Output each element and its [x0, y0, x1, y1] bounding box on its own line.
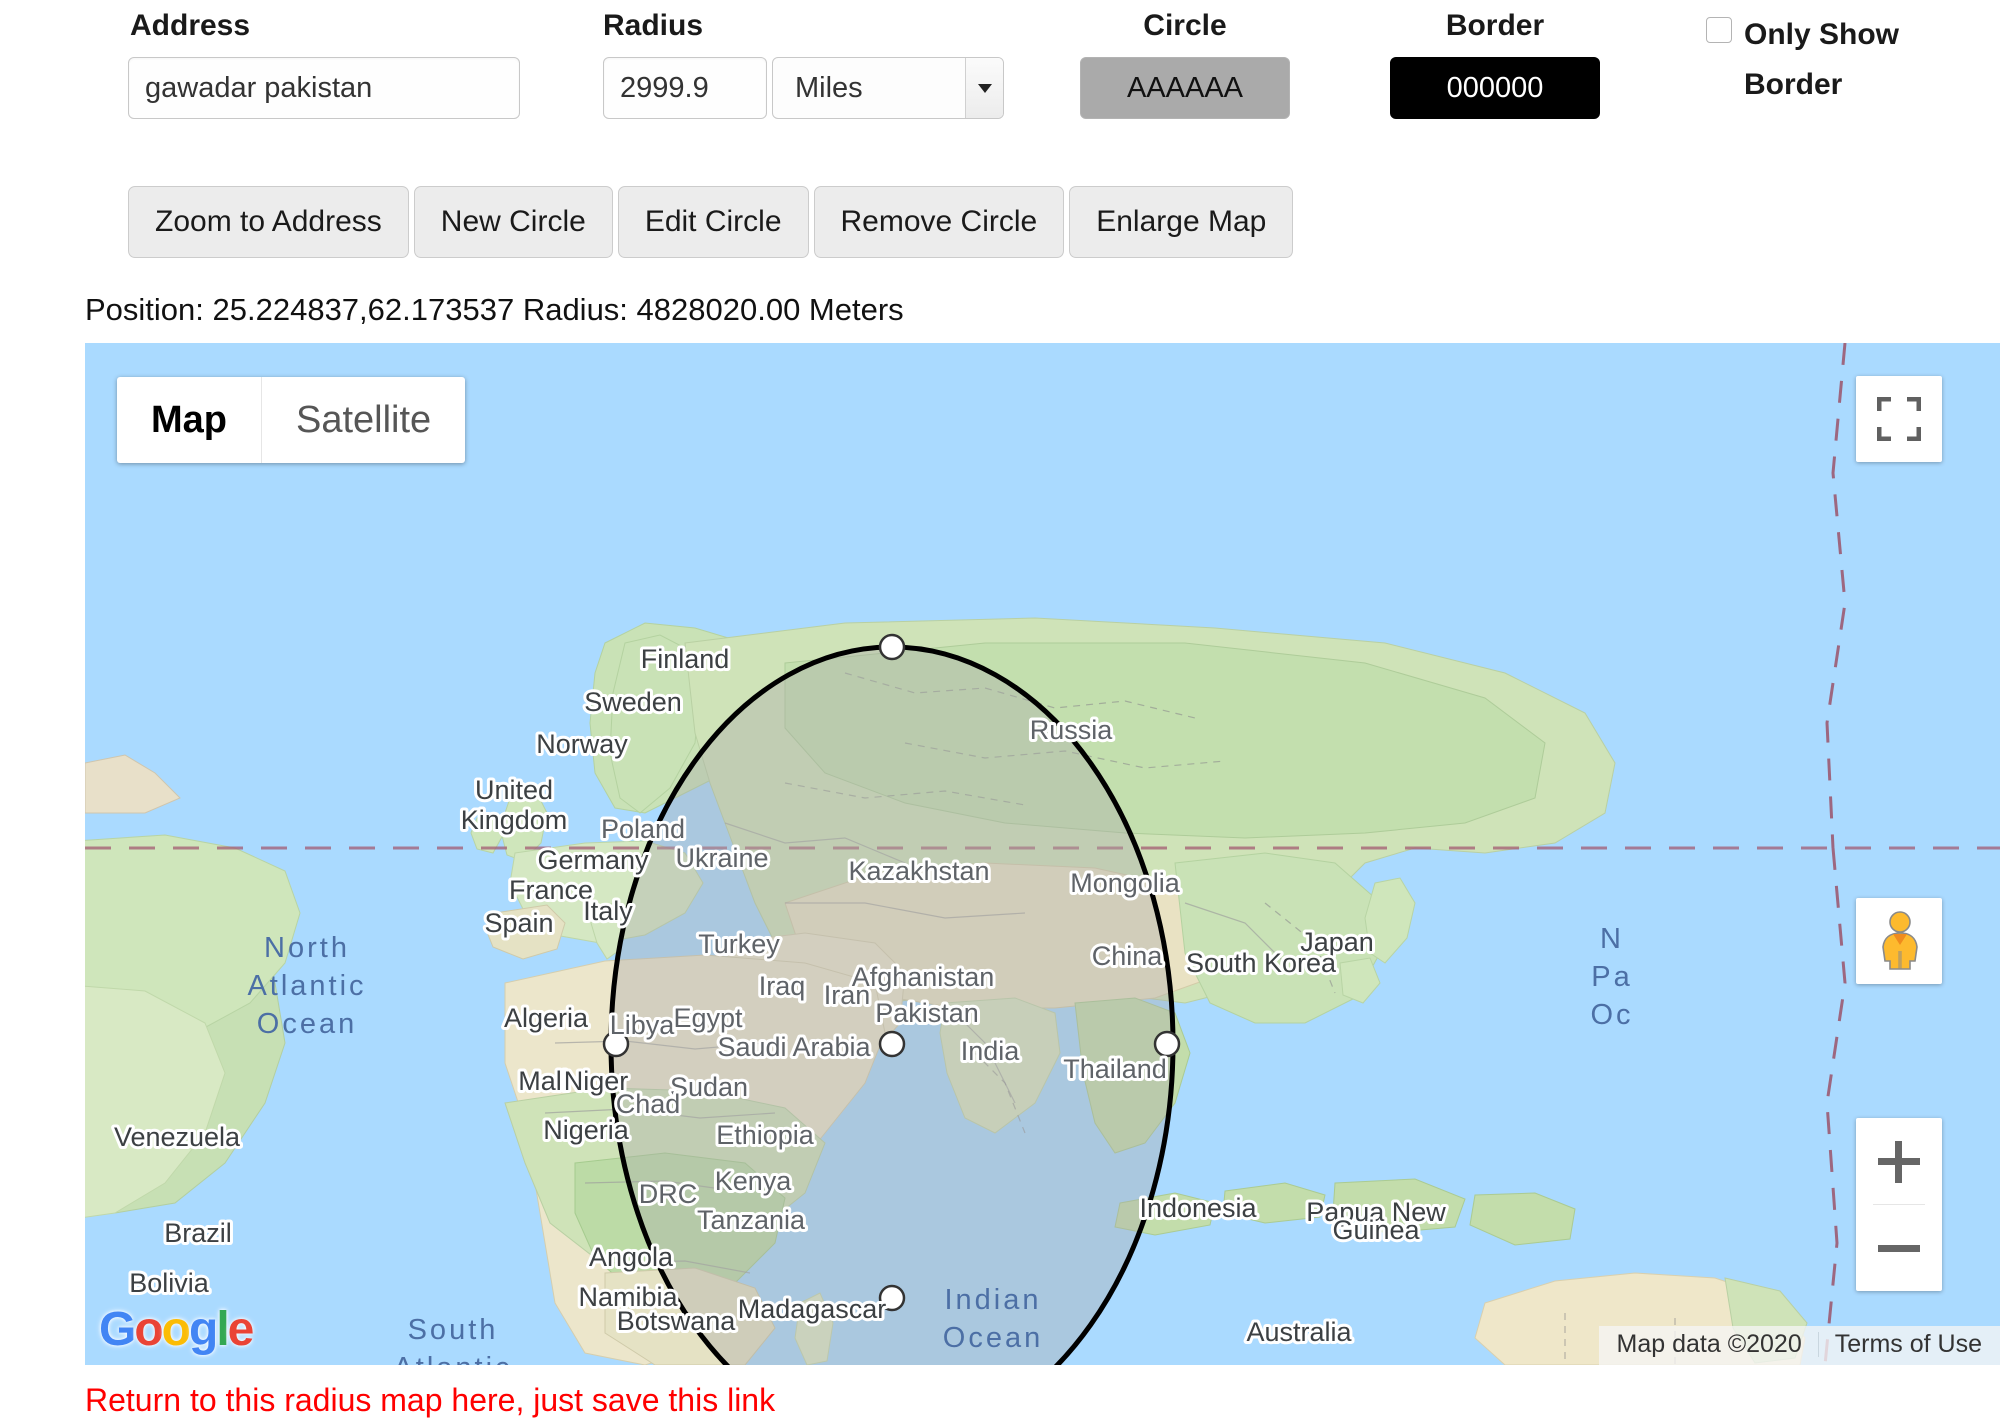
zoom-controls[interactable] [1856, 1118, 1942, 1291]
radius-input[interactable] [603, 57, 767, 119]
action-button-row: Zoom to Address New Circle Edit Circle R… [128, 186, 1298, 258]
circle-label: Circle [1143, 9, 1227, 42]
address-input[interactable] [128, 57, 520, 119]
border-color-group: Border [1390, 8, 1600, 119]
google-logo-g1: G [99, 1303, 136, 1356]
map-attribution: Map data ©2020 Terms of Use [1598, 1326, 2000, 1365]
circle-color-group: Circle [1080, 8, 1290, 119]
only-show-border-label: Only Show Border [1744, 18, 1900, 101]
radius-unit-select[interactable]: Miles [772, 57, 1004, 119]
circle-handle-north[interactable] [878, 633, 906, 661]
map-type-satellite-button[interactable]: Satellite [261, 377, 465, 463]
map-data-copyright: Map data ©2020 [1616, 1330, 1802, 1358]
circle-handle-east[interactable] [1153, 1030, 1181, 1058]
address-field-group: Address [128, 8, 520, 119]
google-logo-l: l [216, 1303, 229, 1356]
position-status-text: Position: 25.224837,62.173537 Radius: 48… [85, 292, 904, 327]
google-logo-o2: o [161, 1303, 191, 1356]
remove-circle-button[interactable]: Remove Circle [813, 186, 1065, 258]
fullscreen-icon [1877, 397, 1921, 441]
border-label: Border [1445, 9, 1545, 42]
map-type-map-button[interactable]: Map [117, 377, 261, 463]
address-label: Address [130, 9, 251, 42]
radius-circle-overlay[interactable] [85, 343, 2000, 1365]
attribution-divider [1817, 1332, 1819, 1357]
google-logo-o1: o [134, 1303, 163, 1356]
control-panel: Address Radius Miles Circle Border Only … [0, 0, 2000, 327]
radius-row: Miles [603, 57, 1004, 119]
radius-label: Radius [603, 9, 704, 42]
edit-circle-button[interactable]: Edit Circle [617, 186, 809, 258]
chevron-down-icon[interactable] [965, 58, 1003, 118]
pegman-streetview-icon [1882, 911, 1918, 970]
map-type-toggle[interactable]: Map Satellite [117, 377, 466, 463]
circle-handle-center[interactable] [878, 1030, 906, 1058]
google-logo-e: e [227, 1303, 255, 1356]
save-link-note[interactable]: Return to this radius map here, just sav… [85, 1382, 775, 1419]
google-logo-g2: g [189, 1303, 218, 1356]
minus-icon [1878, 1245, 1920, 1252]
zoom-in-button[interactable] [1856, 1118, 1942, 1204]
circle-handle-south[interactable] [878, 1284, 906, 1312]
circle-color-input[interactable] [1080, 57, 1290, 119]
only-show-border-group[interactable]: Only Show Border [1706, 10, 1956, 110]
google-logo: Google [99, 1302, 255, 1357]
enlarge-map-button[interactable]: Enlarge Map [1069, 186, 1294, 258]
zoom-to-address-button[interactable]: Zoom to Address [128, 186, 409, 258]
border-color-input[interactable] [1390, 57, 1600, 119]
radius-circle-shape[interactable] [608, 644, 1176, 1365]
fullscreen-button[interactable] [1856, 376, 1942, 462]
map-viewport[interactable]: Finland Finland Sweden Sweden Norway Norway Ru… [85, 343, 2000, 1365]
only-show-border-checkbox[interactable] [1706, 17, 1732, 43]
plus-icon-vertical [1895, 1141, 1902, 1183]
street-view-pegman-button[interactable] [1856, 898, 1942, 984]
new-circle-button[interactable]: New Circle [413, 186, 613, 258]
circle-handle-west[interactable] [602, 1030, 630, 1058]
radius-field-group: Radius Miles [603, 8, 1004, 119]
terms-of-use-link[interactable]: Terms of Use [1835, 1330, 1982, 1359]
zoom-out-button[interactable] [1856, 1205, 1942, 1291]
